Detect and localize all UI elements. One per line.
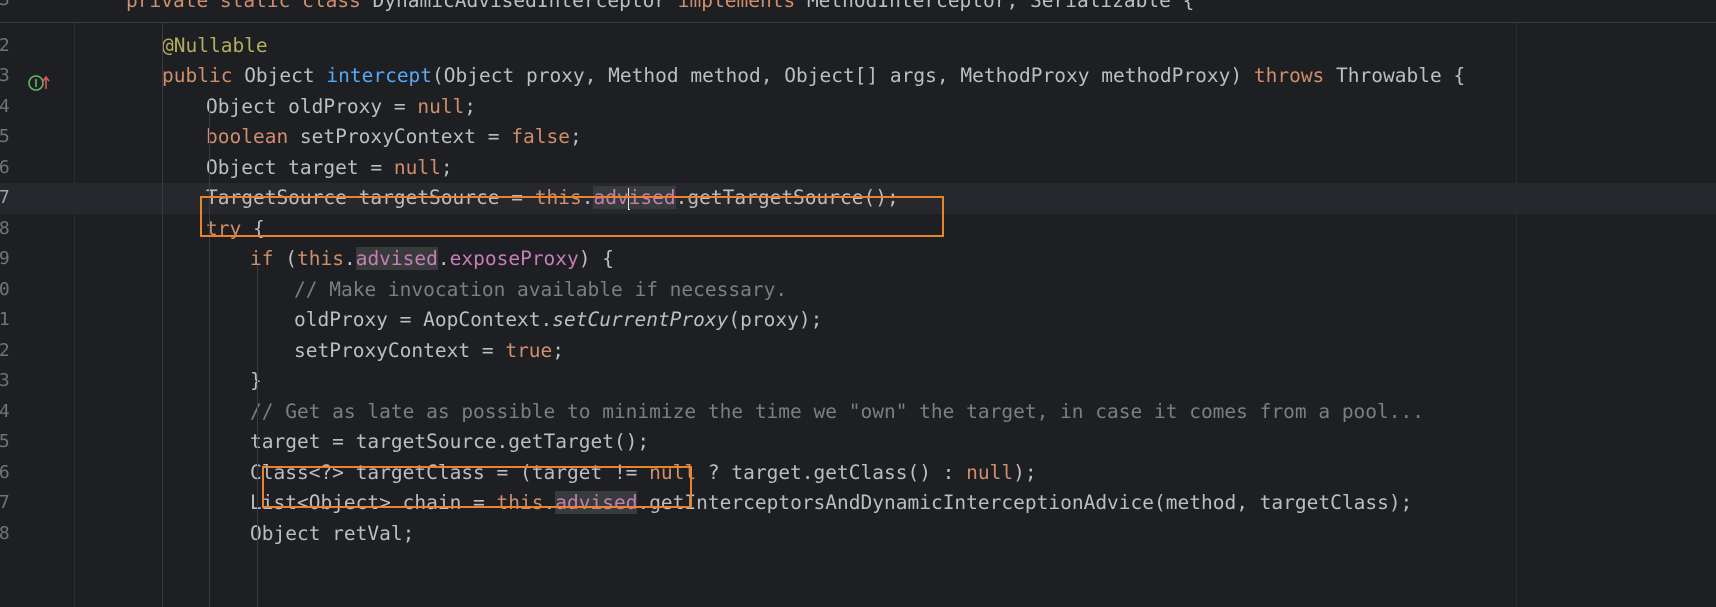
code-text: oldProxy = AopContext.setCurrentProxy(pr… <box>294 305 822 336</box>
code-token: } <box>250 369 262 392</box>
code-token: . <box>437 247 450 270</box>
sticky-code-line: private static class DynamicAdvisedInter… <box>126 0 1194 12</box>
line-number: 70 <box>0 278 10 300</box>
code-text: Object retVal; <box>250 519 414 550</box>
code-text: // Get as late as possible to minimize t… <box>250 397 1424 428</box>
line-number: 69 <box>0 248 10 269</box>
implementing-method-icon[interactable] <box>27 73 53 93</box>
code-token: intercept <box>326 64 433 87</box>
line-number: 71 <box>0 309 10 330</box>
code-token: setCurrentProxy <box>552 308 729 331</box>
code-text: target = targetSource.getTarget(); <box>250 427 649 458</box>
code-token: throws <box>1253 64 1337 87</box>
code-token: true <box>505 338 553 362</box>
code-token: DynamicAdvisedInterceptor <box>372 0 678 12</box>
code-token: private static class <box>126 0 373 12</box>
code-token: Throwable { <box>1336 64 1466 87</box>
code-token: if <box>250 247 286 270</box>
code-token: setProxyContext = <box>294 338 506 362</box>
sticky-scroll-header[interactable]: 53 private static class DynamicAdvisedIn… <box>0 0 1716 23</box>
code-token: Object retVal; <box>250 521 415 545</box>
line-number: 74 <box>0 400 10 422</box>
code-token: .getInterceptorsAndDynamicInterceptionAd… <box>637 491 1413 514</box>
line-number: 53 <box>0 0 28 10</box>
line-number: 65 <box>0 126 10 147</box>
code-line[interactable]: 66 Object target = null; <box>0 153 1716 184</box>
highlight-box-target-source <box>200 196 944 237</box>
code-text: } <box>250 366 262 397</box>
code-token: Object target = <box>206 155 394 179</box>
code-text: @Nullable <box>162 31 268 62</box>
code-token: ? target.getClass() : <box>696 460 967 484</box>
code-line[interactable]: 63 public Object intercept(Object proxy, … <box>0 61 1716 92</box>
line-number: 73 <box>0 370 10 391</box>
code-token: setProxyContext = <box>299 125 512 148</box>
code-token: @Nullable <box>162 33 268 57</box>
code-token: this <box>296 247 344 270</box>
indent-guide <box>162 22 163 607</box>
line-number: 67 <box>0 187 10 208</box>
code-token: null <box>966 460 1014 484</box>
code-token: exposeProxy <box>449 247 579 270</box>
code-token: ; <box>552 338 565 362</box>
indent-guide <box>209 100 210 607</box>
line-number: 68 <box>0 217 10 239</box>
code-token: MethodInterceptor, Serializable { <box>806 0 1195 12</box>
highlight-box-get-target <box>262 466 692 508</box>
line-number: 76 <box>0 461 10 483</box>
code-text: // Make invocation available if necessar… <box>294 275 787 306</box>
code-token: ; <box>440 155 453 179</box>
line-number: 72 <box>0 339 10 361</box>
code-token: oldProxy = AopContext. <box>294 308 553 331</box>
code-token: public <box>162 64 245 87</box>
code-token: . <box>343 247 356 270</box>
code-token: (Object proxy, Method method, Object[] a… <box>432 64 1254 87</box>
code-text: boolean setProxyContext = false; <box>206 122 582 153</box>
code-line[interactable]: 65 boolean setProxyContext = false; <box>0 122 1716 153</box>
code-token: boolean <box>206 125 300 148</box>
line-number: 62 <box>0 34 10 56</box>
code-token: ; <box>464 94 477 118</box>
line-number: 75 <box>0 431 10 452</box>
code-token: false <box>511 125 570 148</box>
code-token: null <box>417 94 465 118</box>
line-number: 63 <box>0 65 10 86</box>
code-text: setProxyContext = true; <box>294 336 564 367</box>
code-token: ); <box>1013 460 1037 484</box>
code-token: ( <box>285 247 297 270</box>
code-text: Object target = null; <box>206 153 453 184</box>
code-token: (proxy); <box>728 308 823 331</box>
code-line[interactable]: 62 @Nullable <box>0 31 1716 62</box>
code-editor[interactable]: 53 private static class DynamicAdvisedIn… <box>0 0 1716 607</box>
line-number: 77 <box>0 492 10 513</box>
code-text: public Object intercept(Object proxy, Me… <box>162 61 1465 92</box>
code-token: implements <box>677 0 807 12</box>
code-token: ) { <box>578 247 615 270</box>
code-token: // Make invocation available if necessar… <box>294 277 788 301</box>
code-line[interactable]: 64 Object oldProxy = null; <box>0 92 1716 123</box>
code-token: Object <box>244 64 327 87</box>
line-number: 64 <box>0 95 10 117</box>
indent-guide <box>257 265 258 607</box>
code-token: // Get as late as possible to minimize t… <box>250 399 1424 423</box>
code-text: Object oldProxy = null; <box>206 92 476 123</box>
line-number: 66 <box>0 156 10 178</box>
code-token: ; <box>569 125 582 148</box>
line-number: 78 <box>0 522 10 544</box>
code-token: Object oldProxy = <box>206 94 418 118</box>
code-token: advised <box>355 247 438 270</box>
code-text: if (this.advised.exposeProxy) { <box>250 244 614 275</box>
code-token: null <box>393 155 441 179</box>
code-token: target = targetSource.getTarget(); <box>250 430 650 453</box>
